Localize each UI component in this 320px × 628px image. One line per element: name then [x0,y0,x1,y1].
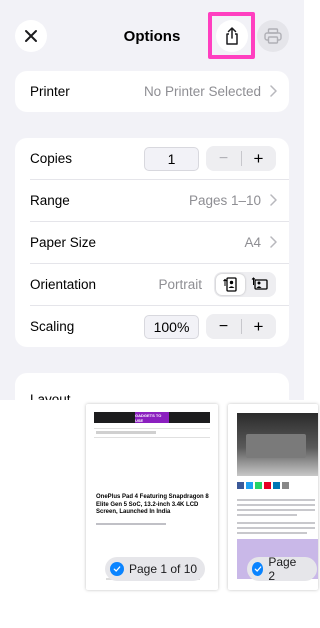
copies-decrement-button[interactable]: − [206,146,241,171]
copies-increment-button[interactable]: + [241,146,276,171]
printer-row[interactable]: Printer No Printer Selected [15,71,289,112]
landscape-button[interactable] [245,274,274,295]
landscape-icon [251,277,268,290]
orientation-row: Orientation Portrait [15,264,289,305]
text-line [237,527,315,529]
printer-icon [264,28,282,44]
page-2-label: Page 2 [247,555,318,583]
scaling-field[interactable]: 100% [144,315,199,339]
copies-label: Copies [30,151,73,166]
printer-label: Printer [30,84,70,99]
chevron-right-icon [270,194,277,206]
chevron-right-icon [270,85,277,97]
range-value: Pages 1–10 [188,193,261,208]
page-2-label-text: Page 2 [268,555,297,583]
text-line [237,532,307,534]
text-line [237,504,315,506]
nav-lines [96,431,156,434]
paper-size-value: A4 [244,235,261,250]
divider [94,437,210,438]
orientation-value: Portrait [158,277,202,292]
portrait-icon [223,277,237,292]
range-row[interactable]: Range Pages 1–10 [15,180,289,221]
text-line [237,514,297,516]
orientation-segmented-control [214,272,276,297]
printer-card: Printer No Printer Selected [15,71,289,112]
range-label: Range [30,193,70,208]
text-line [237,499,315,501]
orientation-label: Orientation [30,277,97,292]
site-logo: GADGETS TO USE [135,412,169,423]
chevron-right-icon [270,236,277,248]
byline [96,523,166,525]
tablet-image [246,434,306,458]
text-line [237,522,315,524]
checkmark-icon [252,562,264,576]
copies-row: Copies 1 − + [15,138,289,179]
print-options-sheet: Options Printer No Printer Selected Copi… [0,0,304,418]
copies-stepper: − + [206,146,276,171]
print-button[interactable] [257,20,289,52]
paper-size-label: Paper Size [30,235,97,250]
article-headline: OnePlus Pad 4 Featuring Snapdragon 8 Eli… [96,494,209,515]
page-1-label: Page 1 of 10 [105,557,206,581]
portrait-button[interactable] [216,274,245,295]
scaling-row: Scaling 100% − + [15,306,289,347]
scaling-stepper: − + [206,314,276,339]
share-button[interactable] [216,20,248,52]
divider [94,428,210,429]
text-line [237,509,315,511]
settings-card: Copies 1 − + Range Pages 1–10 Paper Size… [15,138,289,347]
scaling-label: Scaling [30,319,75,334]
header: Options [0,0,304,72]
checkmark-icon [110,562,124,576]
paper-size-row[interactable]: Paper Size A4 [15,222,289,263]
scaling-increment-button[interactable]: + [241,314,276,339]
share-icons-row [237,482,315,490]
print-preview-strip: GADGETS TO USE OnePlus Pad 4 Featuring S… [0,400,318,628]
page-1-label-text: Page 1 of 10 [129,562,198,576]
share-icon [226,26,238,45]
scaling-decrement-button[interactable]: − [206,314,241,339]
copies-field[interactable]: 1 [144,147,199,171]
printer-value: No Printer Selected [143,84,261,99]
